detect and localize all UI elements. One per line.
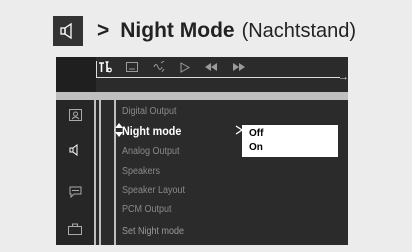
top-menu-bar: →	[56, 57, 349, 92]
menu-help-text: Set Night mode	[122, 226, 185, 237]
preferences-icon[interactable]	[67, 222, 83, 236]
page-subtitle: (Nachtstand)	[241, 19, 357, 42]
audio-setup-icon[interactable]	[67, 143, 83, 157]
rewind-icon[interactable]	[204, 60, 218, 74]
bar-tick-mark	[96, 61, 97, 77]
speaker-icon	[53, 16, 83, 46]
general-setup-icon[interactable]	[67, 108, 83, 122]
subtitle-icon[interactable]	[126, 60, 138, 74]
menu-item-night-mode[interactable]: Night mode	[122, 124, 181, 138]
menu-item-pcm-output[interactable]: PCM Output	[122, 204, 172, 215]
menu-item-digital-output[interactable]: Digital Output	[122, 106, 177, 117]
play-icon[interactable]	[180, 60, 190, 74]
menu-item-speakers[interactable]: Speakers	[122, 166, 160, 177]
night-mode-options: Off On	[242, 125, 338, 157]
sidebar-divider	[94, 100, 96, 245]
menu-item-speaker-layout[interactable]: Speaker Layout	[122, 185, 185, 196]
settings-tools-icon[interactable]	[98, 60, 112, 74]
top-bar-left-panel	[56, 57, 96, 92]
bar-arrow-icon: →	[338, 71, 349, 83]
option-on[interactable]: On	[249, 142, 263, 153]
tv-screen: → Digital Output Night mode Analog Outpu…	[56, 57, 349, 245]
fast-forward-icon[interactable]	[232, 60, 246, 74]
option-off[interactable]: Off	[249, 128, 263, 139]
page-title: Night Mode	[120, 19, 235, 42]
settings-body: Digital Output Night mode Analog Output …	[56, 100, 348, 245]
audio-icon[interactable]	[152, 60, 166, 74]
sidebar-divider-2	[99, 100, 101, 245]
language-setup-icon[interactable]	[67, 185, 83, 199]
bar-line	[96, 77, 340, 78]
page-heading: > Night Mode (Nachtstand)	[53, 15, 356, 47]
heading-arrow: >	[97, 19, 110, 42]
settings-sidebar	[56, 100, 94, 245]
menu-item-analog-output[interactable]: Analog Output	[122, 146, 180, 157]
